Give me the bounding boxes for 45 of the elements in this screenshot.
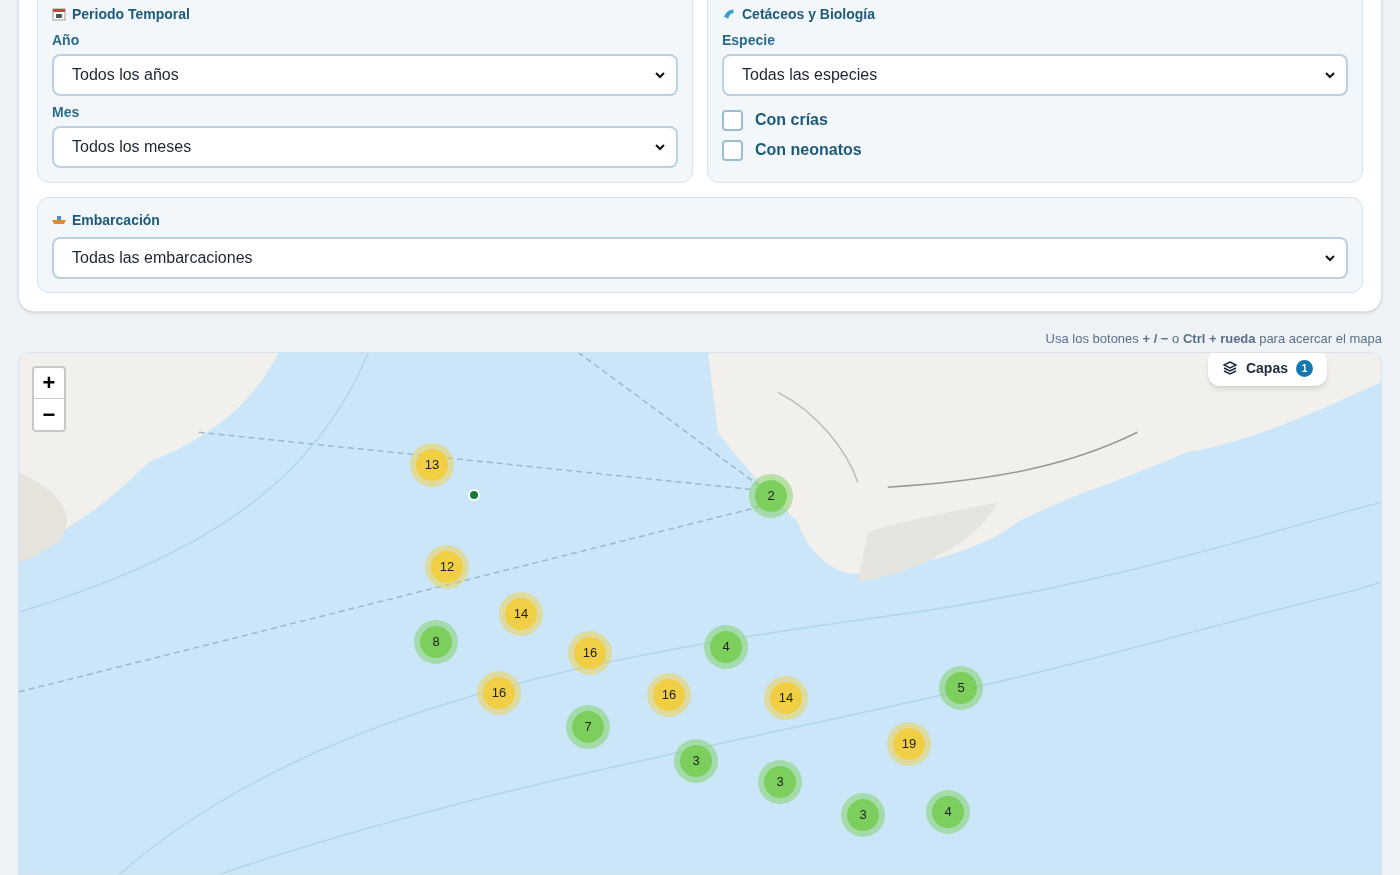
field-label: Especie xyxy=(722,30,775,50)
checkbox[interactable] xyxy=(722,109,743,131)
cluster-marker[interactable]: 4 xyxy=(704,625,748,669)
boat-icon xyxy=(52,215,66,225)
cluster-marker[interactable]: 3 xyxy=(841,793,885,837)
map-hint: Usa los botones + / − o Ctrl + rueda para acercar el mapa xyxy=(1045,330,1382,349)
cluster-marker[interactable]: 3 xyxy=(758,760,802,804)
calendar-icon xyxy=(52,7,66,21)
cluster-marker[interactable]: 8 xyxy=(414,620,458,664)
select-field[interactable]: Todas las embarcaciones xyxy=(52,237,1348,279)
cluster-marker[interactable]: 16 xyxy=(477,671,521,715)
chevron-down-icon xyxy=(654,69,666,81)
chevron-down-icon xyxy=(1324,69,1336,81)
select-field[interactable]: Todas las especies xyxy=(722,54,1348,96)
checkbox[interactable] xyxy=(722,139,743,161)
zoom-out-button[interactable]: − xyxy=(34,399,64,430)
cluster-marker[interactable]: 2 xyxy=(749,474,793,518)
select-field[interactable]: Todos los meses xyxy=(52,126,678,168)
cluster-marker[interactable]: 16 xyxy=(568,631,612,675)
cluster-marker[interactable]: 14 xyxy=(764,676,808,720)
cluster-marker[interactable]: 14 xyxy=(499,592,543,636)
section-title: Embarcación xyxy=(72,210,160,230)
field-label: Año xyxy=(52,30,80,50)
select-field[interactable]: Todos los años xyxy=(52,54,678,96)
cluster-marker[interactable]: 5 xyxy=(939,666,983,710)
cluster-marker[interactable]: 3 xyxy=(674,739,718,783)
zoom-in-button[interactable]: + xyxy=(34,368,64,399)
section-title: Periodo Temporal xyxy=(72,4,190,24)
layers-icon xyxy=(1221,360,1238,376)
cluster-marker[interactable]: 4 xyxy=(926,790,970,834)
cluster-marker[interactable]: 12 xyxy=(425,545,469,589)
layers-button[interactable]: Capas 1 xyxy=(1207,353,1327,386)
cluster-marker[interactable]: 13 xyxy=(410,443,454,487)
chevron-down-icon xyxy=(654,141,666,153)
checkbox-label: Con crías xyxy=(755,110,828,130)
section-title: Cetáceos y Biología xyxy=(742,4,876,24)
chevron-down-icon xyxy=(1324,252,1336,264)
checkbox-label: Con neonatos xyxy=(755,140,862,160)
cluster-marker[interactable]: 7 xyxy=(566,705,610,749)
count-badge: 1 xyxy=(1296,359,1313,377)
field-label: Mes xyxy=(52,102,80,122)
map[interactable]: + − Capas 1 13 2 12 14 8 16 4 16 16 14 5 7 19 3 3 3 4 xyxy=(18,352,1382,875)
dolphin-icon xyxy=(722,7,736,21)
cluster-marker[interactable]: 16 xyxy=(647,673,691,717)
cluster-marker[interactable]: 19 xyxy=(887,722,931,766)
